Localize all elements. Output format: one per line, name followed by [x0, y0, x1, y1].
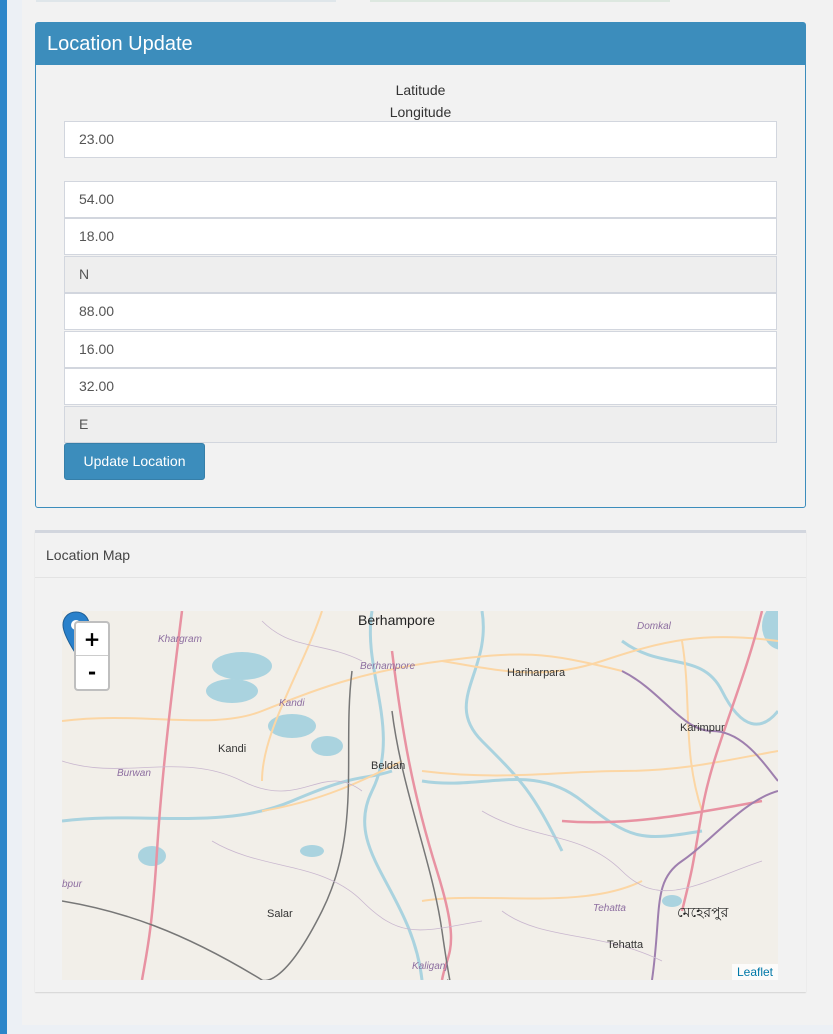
water-bodies — [138, 611, 778, 907]
place-label: Berhampore — [358, 612, 436, 628]
place-label: Tehatta — [593, 903, 626, 914]
place-label: Salar — [267, 908, 293, 920]
sidebar-edge — [0, 0, 7, 1034]
zoom-in-button[interactable]: + — [76, 623, 108, 656]
place-label: Karimpur — [680, 722, 725, 734]
location-update-title: Location Update — [36, 23, 805, 65]
place-label: Kaliganj — [412, 961, 448, 972]
map-canvas[interactable]: Berhampore Khargram Berhampore Domkal Ha… — [62, 611, 778, 980]
longitude-label: Longitude — [389, 104, 452, 120]
coordinate-labels: Latitude Longitude — [36, 79, 805, 123]
latitude-seconds-input[interactable]: 18.00 — [64, 218, 777, 255]
place-label: Burwan — [117, 768, 151, 779]
longitude-direction-field[interactable]: E — [64, 406, 777, 443]
map-tiles — [62, 611, 778, 980]
place-label: Kandi — [218, 743, 247, 755]
longitude-minutes-input[interactable]: 16.00 — [64, 331, 777, 368]
latitude-label: Latitude — [395, 82, 446, 98]
place-label: Hariharpara — [507, 667, 566, 679]
longitude-degrees-input[interactable]: 88.00 — [64, 293, 777, 330]
location-update-panel: Location Update Latitude Longitude 23.00… — [35, 22, 806, 508]
location-map-title: Location Map — [35, 533, 806, 578]
place-label: Domkal — [637, 621, 671, 632]
top-box-edge — [370, 0, 670, 2]
zoom-out-button[interactable]: - — [76, 656, 108, 689]
longitude-seconds-input[interactable]: 32.00 — [64, 368, 777, 405]
place-label: Berhampore — [360, 661, 416, 672]
secondary-roads — [62, 611, 778, 902]
update-location-button[interactable]: Update Location — [64, 443, 205, 480]
place-label: মেহেরপুর — [677, 904, 729, 920]
zoom-control: + - — [74, 621, 110, 691]
place-label: Tehatta — [607, 939, 644, 951]
place-label: Kandi — [279, 698, 305, 709]
rivers — [62, 611, 778, 980]
place-label: Khargram — [158, 634, 202, 645]
latitude-minutes-input[interactable]: 54.00 — [64, 181, 777, 218]
top-box-edge — [36, 0, 336, 2]
leaflet-attribution-link[interactable]: Leaflet — [731, 964, 778, 980]
location-map-panel: Location Map Berhampore Khargram Berhamp… — [35, 530, 806, 992]
place-label: Beldan — [371, 760, 406, 772]
latitude-degrees-input[interactable]: 23.00 — [64, 121, 777, 158]
place-label: bpur — [62, 879, 83, 890]
latitude-direction-field[interactable]: N — [64, 256, 777, 293]
minor-boundaries — [62, 620, 763, 962]
content-area: Location Update Latitude Longitude 23.00… — [22, 0, 833, 1025]
